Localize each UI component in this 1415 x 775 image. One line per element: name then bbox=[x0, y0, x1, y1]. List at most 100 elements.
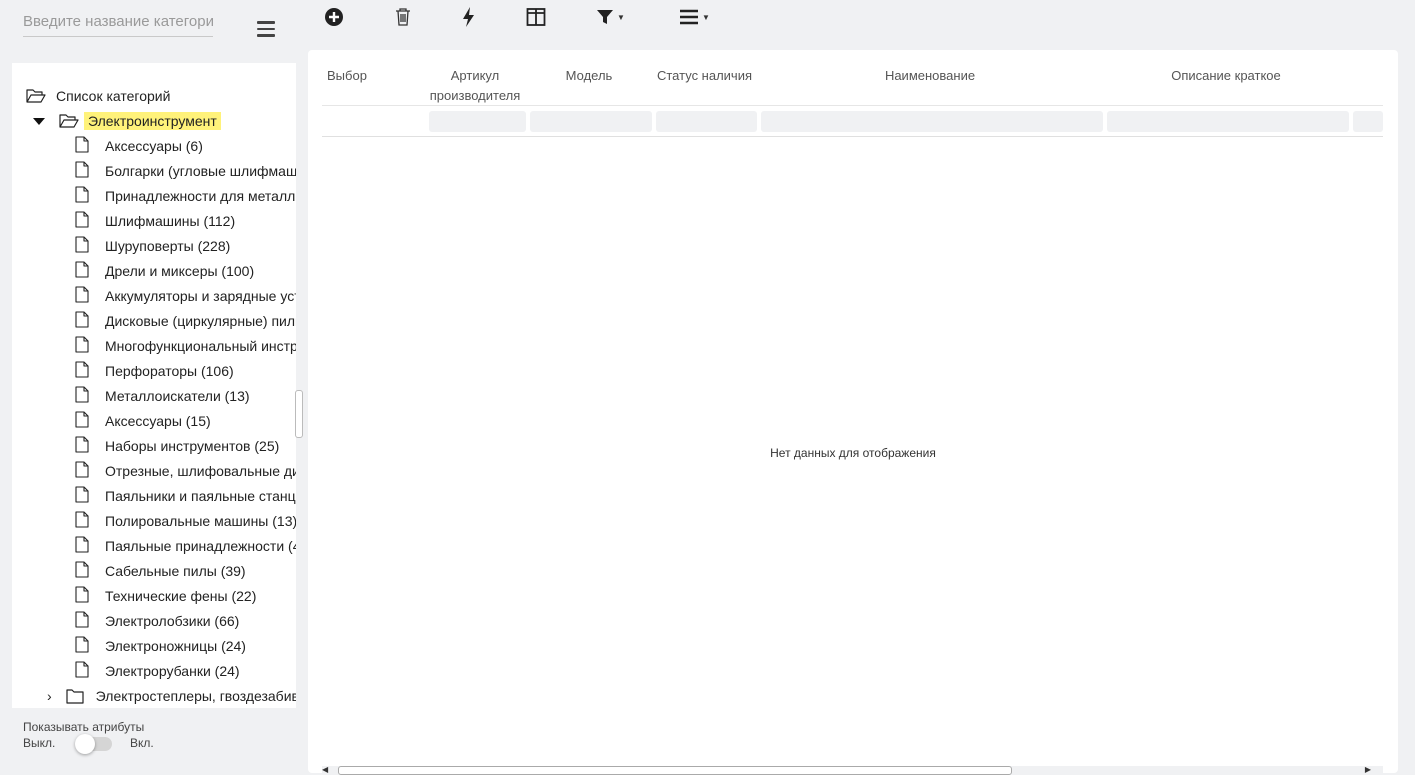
columns-button[interactable] bbox=[526, 6, 546, 28]
tree-item-collapsed[interactable]: › Электростеплеры, гвоздезабивные bbox=[47, 686, 296, 706]
tree-item-label: Дисковые (циркулярные) пилы bbox=[105, 313, 296, 329]
tree-item-leaf[interactable]: Полировальные машины (13) bbox=[75, 511, 296, 531]
document-icon bbox=[75, 611, 89, 631]
menu-icon-bar bbox=[257, 34, 275, 37]
tree-scrollbar[interactable] bbox=[295, 390, 303, 438]
column-header-select[interactable]: Выбор bbox=[327, 66, 387, 86]
chevron-right-icon[interactable]: › bbox=[47, 688, 52, 704]
lightning-icon bbox=[463, 7, 474, 27]
document-icon bbox=[75, 186, 89, 206]
tree-item-label: Аксессуары (15) bbox=[105, 413, 211, 429]
tree-item-label: Паяльные принадлежности (4) bbox=[105, 538, 296, 554]
toggle-off-label: Выкл. bbox=[23, 736, 56, 750]
tree-item-label: Дрели и миксеры (100) bbox=[105, 263, 255, 279]
columns-icon bbox=[526, 8, 546, 26]
tree-item-leaf[interactable]: Наборы инструментов (25) bbox=[75, 436, 283, 456]
filter-cell-short-description[interactable] bbox=[1107, 111, 1349, 132]
menu-icon-bar bbox=[257, 21, 275, 24]
document-icon bbox=[75, 411, 89, 431]
tree-item-leaf[interactable]: Технические фены (22) bbox=[75, 586, 260, 606]
column-header-model[interactable]: Модель bbox=[548, 66, 630, 86]
empty-state-text: Нет данных для отображения bbox=[770, 446, 936, 460]
scrollbar-thumb[interactable] bbox=[338, 766, 1012, 775]
document-icon bbox=[75, 636, 89, 656]
filter-cell-article[interactable] bbox=[429, 111, 526, 132]
filter-cell-next[interactable] bbox=[1353, 111, 1383, 132]
tree-item-leaf[interactable]: Аккумуляторы и зарядные устройства bbox=[75, 286, 296, 306]
category-tree: Список категорий Электроинструмент Аксес… bbox=[12, 63, 296, 708]
tree-item-label: Шлифмашины (112) bbox=[105, 213, 236, 229]
tree-item-leaf[interactable]: Электрорубанки (24) bbox=[75, 661, 244, 681]
column-header-article[interactable]: Артикул производителя bbox=[420, 66, 530, 106]
filter-button[interactable]: ▼ bbox=[597, 6, 625, 28]
menu-icon bbox=[680, 9, 698, 25]
column-header-short-description[interactable]: Описание краткое bbox=[1106, 66, 1346, 86]
tree-item-leaf[interactable]: Металлоискатели (13) bbox=[75, 386, 254, 406]
tree-item-label: Отрезные, шлифовальные диски bbox=[105, 463, 296, 479]
add-button[interactable] bbox=[324, 6, 344, 28]
tree-item-leaf[interactable]: Сабельные пилы (39) bbox=[75, 561, 250, 581]
folder-open-icon bbox=[59, 114, 79, 128]
tree-item-label: Металлоискатели (13) bbox=[105, 388, 250, 404]
category-search-input[interactable] bbox=[23, 6, 213, 37]
folder-icon bbox=[66, 688, 84, 704]
tree-item-leaf[interactable]: Многофункциональный инструмент bbox=[75, 336, 296, 356]
tree-item-label: Электролобзики (66) bbox=[105, 613, 240, 629]
tree-item-label: Электроинструмент bbox=[84, 112, 221, 130]
tree-item-label: Аккумуляторы и зарядные устройства bbox=[105, 288, 296, 304]
document-icon bbox=[75, 536, 89, 556]
tree-item-leaf[interactable]: Дрели и миксеры (100) bbox=[75, 261, 258, 281]
data-grid: Выбор Артикул производителя Модель Стату… bbox=[308, 50, 1398, 775]
filter-divider bbox=[322, 136, 1383, 137]
caret-down-icon[interactable] bbox=[33, 117, 45, 125]
document-icon bbox=[75, 236, 89, 256]
menu-icon-bar bbox=[257, 27, 275, 30]
tree-root[interactable]: Список категорий bbox=[26, 86, 174, 106]
tree-item-leaf[interactable]: Отрезные, шлифовальные диски bbox=[75, 461, 296, 481]
tree-item-leaf[interactable]: Аксессуары (15) bbox=[75, 411, 215, 431]
tree-item-selected[interactable]: Электроинструмент bbox=[33, 111, 221, 131]
document-icon bbox=[75, 261, 89, 281]
tree-item-leaf[interactable]: Шуруповерты (228) bbox=[75, 236, 234, 256]
show-attributes-label: Показывать атрибуты bbox=[23, 720, 145, 734]
document-icon bbox=[75, 511, 89, 531]
tree-item-leaf[interactable]: Паяльные принадлежности (4) bbox=[75, 536, 296, 556]
tree-item-leaf[interactable]: Электроножницы (24) bbox=[75, 636, 250, 656]
filter-cell-model[interactable] bbox=[530, 111, 652, 132]
plus-circle-icon bbox=[325, 8, 343, 26]
tree-item-leaf[interactable]: Перфораторы (106) bbox=[75, 361, 238, 381]
tree-item-label: Наборы инструментов (25) bbox=[105, 438, 280, 454]
folder-open-icon bbox=[26, 89, 46, 103]
dropdown-arrow-icon: ▼ bbox=[617, 12, 625, 22]
tree-item-leaf[interactable]: Шлифмашины (112) bbox=[75, 211, 239, 231]
sidebar-menu-button[interactable] bbox=[257, 21, 277, 41]
column-header-name[interactable]: Наименование bbox=[760, 66, 1100, 86]
tree-root-label: Список категорий bbox=[56, 88, 171, 104]
delete-button[interactable] bbox=[395, 6, 411, 28]
tree-item-label: Электроножницы (24) bbox=[105, 638, 246, 654]
tree-item-leaf[interactable]: Электролобзики (66) bbox=[75, 611, 243, 631]
tree-item-label: Электрорубанки (24) bbox=[105, 663, 240, 679]
tree-item-leaf[interactable]: Дисковые (циркулярные) пилы bbox=[75, 311, 296, 331]
tree-item-label: Многофункциональный инструмент bbox=[105, 338, 296, 354]
toggle-on-label: Вкл. bbox=[130, 736, 154, 750]
document-icon bbox=[75, 136, 89, 156]
document-icon bbox=[75, 436, 89, 456]
filter-cell-name[interactable] bbox=[761, 111, 1103, 132]
more-menu-button[interactable]: ▼ bbox=[680, 6, 710, 28]
quick-action-button[interactable] bbox=[461, 6, 475, 28]
document-icon bbox=[75, 161, 89, 181]
show-attributes-toggle[interactable] bbox=[75, 734, 112, 754]
filter-cell-stock-status[interactable] bbox=[656, 111, 757, 132]
tree-item-leaf[interactable]: Паяльники и паяльные станции bbox=[75, 486, 296, 506]
document-icon bbox=[75, 386, 89, 406]
tree-item-leaf[interactable]: Аксессуары (6) bbox=[75, 136, 207, 156]
tree-item-leaf[interactable]: Принадлежности для металлообработки bbox=[75, 186, 296, 206]
tree-item-leaf[interactable]: Болгарки (угловые шлифмашины) bbox=[75, 161, 296, 181]
tree-item-label: Шуруповерты (228) bbox=[105, 238, 231, 254]
tree-item-label: Сабельные пилы (39) bbox=[105, 563, 246, 579]
tree-item-label: Принадлежности для металлообработки bbox=[105, 188, 296, 204]
tree-item-label: Паяльники и паяльные станции bbox=[105, 488, 296, 504]
column-header-stock-status[interactable]: Статус наличия bbox=[651, 66, 758, 86]
document-icon bbox=[75, 661, 89, 681]
